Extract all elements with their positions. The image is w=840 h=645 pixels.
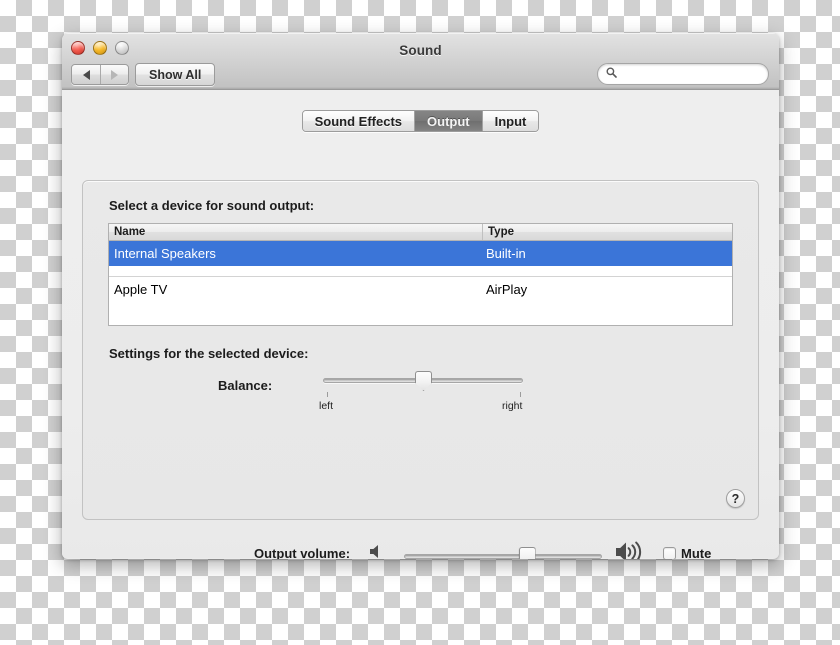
balance-max-label: right bbox=[502, 400, 523, 412]
search-input[interactable] bbox=[621, 66, 760, 82]
device-name: Apple TV bbox=[114, 282, 168, 297]
device-type: AirPlay bbox=[486, 282, 528, 297]
tab-input-label: Input bbox=[494, 113, 527, 129]
table-row[interactable]: Apple TV AirPlay bbox=[109, 277, 732, 302]
tab-group: Sound Effects Output Input bbox=[301, 110, 540, 132]
back-button[interactable] bbox=[72, 65, 100, 84]
forward-button[interactable] bbox=[100, 65, 128, 84]
table-row-divider bbox=[109, 266, 732, 277]
tab-output[interactable]: Output bbox=[414, 111, 482, 131]
output-volume-slider-thumb[interactable] bbox=[518, 547, 536, 559]
balance-tick-right bbox=[520, 392, 521, 397]
window-body: Sound Effects Output Input Select a devi… bbox=[62, 90, 779, 559]
question-mark-icon: ? bbox=[731, 491, 740, 506]
devices-heading: Select a device for sound output: bbox=[109, 198, 315, 213]
navigation-segmented-control bbox=[71, 64, 129, 85]
speaker-icon bbox=[368, 543, 385, 559]
show-all-button[interactable]: Show All bbox=[135, 63, 216, 86]
balance-min-label: left bbox=[319, 400, 334, 412]
speaker-waves-icon bbox=[615, 539, 645, 559]
device-type: Built-in bbox=[486, 246, 526, 261]
output-volume-label: Output volume: bbox=[254, 546, 351, 559]
help-button[interactable]: ? bbox=[726, 489, 745, 508]
balance-label: Balance: bbox=[218, 378, 273, 393]
tab-output-label: Output bbox=[427, 113, 470, 129]
balance-slider-thumb[interactable] bbox=[415, 371, 432, 391]
window-title: Sound bbox=[399, 43, 442, 58]
mute-checkbox[interactable] bbox=[663, 547, 676, 559]
search-field[interactable] bbox=[597, 63, 769, 85]
window-titlebar: Sound Show All bbox=[62, 33, 779, 90]
table-header-row: Name Type bbox=[109, 224, 732, 241]
column-header-name[interactable]: Name bbox=[109, 224, 483, 240]
device-name: Internal Speakers bbox=[114, 246, 216, 261]
output-device-table[interactable]: Name Type Internal Speakers Built-in App… bbox=[108, 223, 733, 326]
tab-sound-effects[interactable]: Sound Effects bbox=[302, 111, 415, 131]
output-tab-panel: Select a device for sound output: Name T… bbox=[82, 180, 759, 520]
tab-input[interactable]: Input bbox=[481, 111, 539, 131]
mute-label: Mute bbox=[681, 546, 712, 559]
settings-heading: Settings for the selected device: bbox=[109, 346, 309, 361]
sound-preferences-window: Sound Show All Sound Effects Output Inpu… bbox=[62, 33, 779, 559]
output-volume-slider[interactable] bbox=[404, 547, 602, 559]
balance-slider[interactable] bbox=[323, 371, 523, 391]
balance-tick-left bbox=[327, 392, 328, 397]
chevron-left-icon bbox=[82, 69, 90, 80]
search-icon bbox=[606, 65, 617, 83]
tab-strip: Sound Effects Output Input bbox=[62, 110, 779, 132]
mute-checkbox-row[interactable]: Mute bbox=[663, 546, 711, 559]
column-header-type[interactable]: Type bbox=[483, 224, 732, 240]
desktop-backdrop: Sound Show All Sound Effects Output Inpu… bbox=[0, 0, 840, 645]
tab-sound-effects-label: Sound Effects bbox=[314, 113, 403, 129]
chevron-right-icon bbox=[111, 69, 118, 80]
table-row[interactable]: Internal Speakers Built-in bbox=[109, 241, 732, 266]
show-all-label: Show All bbox=[149, 67, 202, 82]
